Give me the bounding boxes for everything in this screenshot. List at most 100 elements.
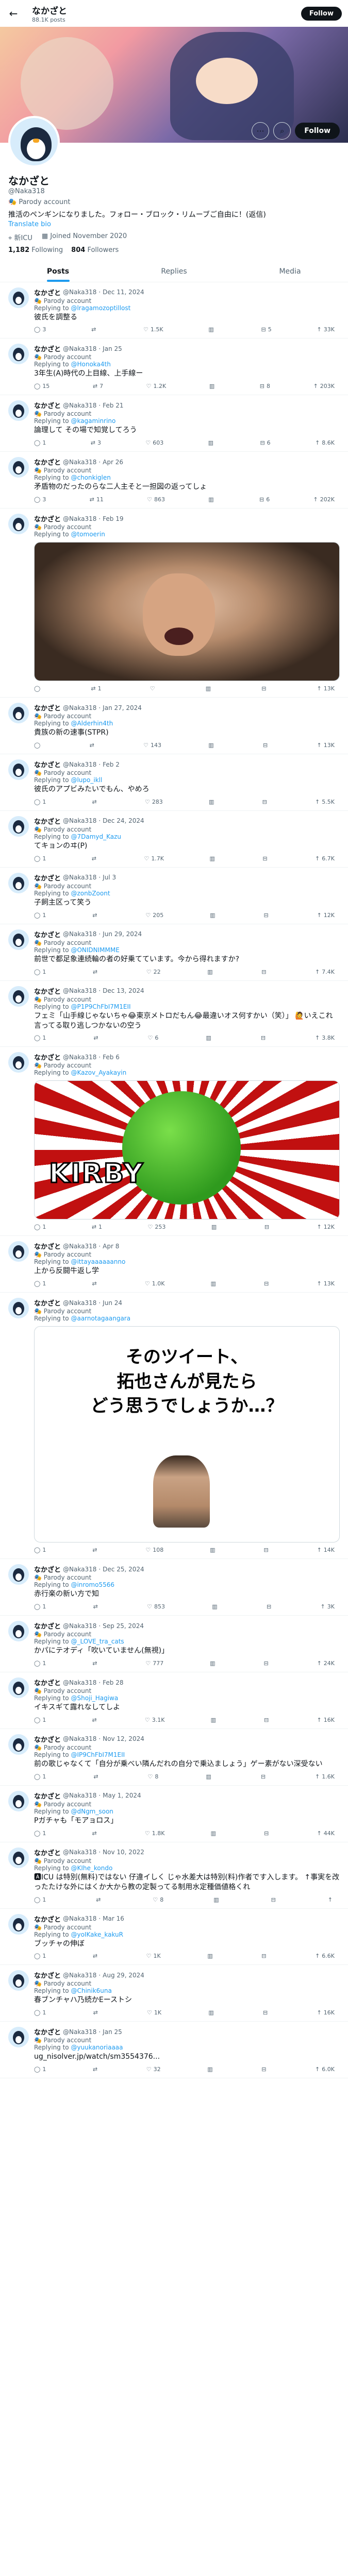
tweet-image[interactable]: KIRBY bbox=[34, 1080, 340, 1220]
tweet-author-name[interactable]: なかざと bbox=[34, 703, 61, 713]
tweet-author-name[interactable]: なかざと bbox=[34, 873, 61, 883]
bookmark-icon-action[interactable]: ⊟ bbox=[261, 2066, 268, 2073]
reply-handle[interactable]: @ittayaaaaaanno bbox=[71, 1258, 125, 1265]
tweet[interactable]: なかざと @Naka318 · Feb 21 🎭 Parody account Reply… bbox=[0, 395, 348, 452]
tweet-date[interactable]: Apr 8 bbox=[103, 1243, 119, 1250]
tweet-date[interactable]: Jun 29, 2024 bbox=[103, 930, 142, 938]
share-icon-action[interactable]: ↑ 12K bbox=[317, 912, 335, 919]
share-icon-action[interactable]: ↑ 13K bbox=[317, 742, 335, 749]
tweet-handle[interactable]: @Naka318 bbox=[63, 1972, 96, 1979]
tweet[interactable]: なかざと @Naka318 · Dec 24, 2024 🎭 Parody accoun… bbox=[0, 811, 348, 868]
views-icon-action[interactable]: ▥ bbox=[209, 383, 217, 389]
tweet[interactable]: なかざと @Naka318 · Dec 25, 2024 🎭 Parody accoun… bbox=[0, 1559, 348, 1616]
tweet-date[interactable]: Feb 21 bbox=[103, 402, 123, 409]
bookmark-icon-action[interactable]: ⊟ bbox=[263, 2009, 270, 2016]
avatar[interactable] bbox=[8, 1913, 29, 1935]
tweet-date[interactable]: Feb 28 bbox=[103, 1679, 123, 1686]
bookmark-icon-action[interactable]: ⊟ bbox=[261, 1773, 268, 1780]
avatar[interactable] bbox=[8, 1734, 29, 1755]
share-icon-action[interactable]: ↑ 5.5K bbox=[315, 799, 335, 805]
avatar[interactable] bbox=[8, 986, 29, 1007]
tweet[interactable]: なかざと @Naka318 · May 1, 2024 🎭 Parody account… bbox=[0, 1786, 348, 1842]
bookmark-icon-action[interactable]: ⊟ bbox=[261, 969, 268, 975]
avatar[interactable] bbox=[8, 929, 29, 950]
reply-handle[interactable]: @7Damyd_Kazu bbox=[71, 833, 121, 840]
tweet-author-name[interactable]: なかざと bbox=[34, 400, 61, 410]
avatar[interactable] bbox=[8, 1052, 29, 1073]
share-icon-action[interactable]: ↑ 16K bbox=[317, 2009, 335, 2016]
retweet-icon-action[interactable]: ⇄ 1 bbox=[91, 685, 101, 692]
bookmark-icon-action[interactable]: ⊟ bbox=[271, 1896, 278, 1903]
back-arrow-icon[interactable]: ← bbox=[6, 7, 21, 20]
share-icon-action[interactable]: ↑ 13K bbox=[317, 685, 335, 692]
tweet-date[interactable]: Dec 24, 2024 bbox=[103, 817, 144, 824]
views-icon-action[interactable]: ▥ bbox=[208, 326, 216, 333]
share-icon-action[interactable]: ↑ 1.6K bbox=[315, 1773, 335, 1780]
like-icon-action[interactable]: ♡ 1K bbox=[147, 2009, 161, 2016]
bookmark-icon-action[interactable]: ⊟ 5 bbox=[261, 326, 272, 333]
views-icon-action[interactable]: ▥ bbox=[211, 1280, 218, 1287]
follow-button[interactable]: Follow bbox=[295, 123, 340, 139]
like-icon-action[interactable]: ♡ 283 bbox=[145, 799, 163, 805]
reply-icon-action[interactable]: ◯ 1 bbox=[34, 799, 46, 805]
reply-icon-action[interactable]: ◯ 1 bbox=[34, 1603, 46, 1610]
tweet-date[interactable]: Nov 12, 2024 bbox=[103, 1735, 144, 1742]
bookmark-icon-action[interactable]: ⊟ bbox=[264, 1830, 271, 1837]
avatar[interactable] bbox=[8, 1847, 29, 1868]
reply-icon-action[interactable]: ◯ 1 bbox=[34, 1896, 46, 1903]
reply-icon-action[interactable]: ◯ 1 bbox=[34, 855, 46, 862]
tweet[interactable]: なかざと @Naka318 · Jul 3 🎭 Parody account Replyi… bbox=[0, 868, 348, 924]
reply-icon-action[interactable]: ◯ 1 bbox=[34, 1547, 46, 1553]
tweet-handle[interactable]: @Naka318 bbox=[63, 987, 96, 994]
tweet-author-name[interactable]: なかざと bbox=[34, 1052, 61, 1062]
views-icon-action[interactable]: ▥ bbox=[210, 1660, 217, 1667]
avatar[interactable] bbox=[8, 703, 29, 724]
share-icon-action[interactable]: ↑ 24K bbox=[317, 1660, 335, 1667]
like-icon-action[interactable]: ♡ 1.7K bbox=[144, 855, 164, 862]
like-icon-action[interactable]: ♡ 253 bbox=[148, 1224, 166, 1230]
reply-handle[interactable]: @inromo5566 bbox=[71, 1581, 114, 1588]
reply-handle[interactable]: @kagaminrino bbox=[71, 417, 115, 425]
views-icon-action[interactable]: ▥ bbox=[212, 1603, 219, 1610]
retweet-icon-action[interactable]: ⇄ bbox=[93, 2009, 100, 2016]
bookmark-icon-action[interactable]: ⊟ 8 bbox=[260, 383, 270, 389]
share-icon-action[interactable]: ↑ 13K bbox=[317, 1280, 335, 1287]
views-icon-action[interactable]: ▥ bbox=[209, 799, 216, 805]
reply-handle[interactable]: @zonbZoont bbox=[71, 890, 110, 897]
tweet-date[interactable]: Jun 24 bbox=[103, 1299, 122, 1307]
reply-icon-action[interactable]: ◯ 1 bbox=[34, 2009, 46, 2016]
retweet-icon-action[interactable]: ⇄ bbox=[92, 1280, 98, 1287]
tweet-date[interactable]: Mar 16 bbox=[103, 1915, 124, 1922]
tweet[interactable]: なかざと @Naka318 · Jan 27, 2024 🎭 Parody accoun… bbox=[0, 698, 348, 755]
reply-icon-action[interactable]: ◯ 1 bbox=[34, 1660, 46, 1667]
tweet[interactable]: なかざと @Naka318 · Jun 24 🎭 Parody account Reply… bbox=[0, 1293, 348, 1560]
retweet-icon-action[interactable]: ⇄ 3 bbox=[91, 439, 101, 446]
tweet-date[interactable]: Jan 25 bbox=[103, 345, 122, 352]
tweet-handle[interactable]: @Naka318 bbox=[63, 874, 96, 881]
retweet-icon-action[interactable]: ⇄ bbox=[91, 326, 98, 333]
share-icon-action[interactable]: ↑ 8.6K bbox=[315, 439, 335, 446]
tweet-handle[interactable]: @Naka318 bbox=[63, 1299, 96, 1307]
bookmark-icon-action[interactable]: ⊟ bbox=[263, 742, 270, 749]
like-icon-action[interactable]: ♡ 8 bbox=[153, 1896, 163, 1903]
share-icon-action[interactable]: ↑ 14K bbox=[317, 1547, 335, 1553]
avatar[interactable] bbox=[8, 457, 29, 478]
like-icon-action[interactable]: ♡ 1K bbox=[146, 1953, 161, 1959]
tweet-author-name[interactable]: なかざと bbox=[34, 1848, 61, 1857]
tweet-author-name[interactable]: なかざと bbox=[34, 1564, 61, 1574]
tweet[interactable]: なかざと @Naka318 · Nov 12, 2024 🎭 Parody accoun… bbox=[0, 1729, 348, 1786]
tweet-handle[interactable]: @Naka318 bbox=[63, 930, 96, 938]
retweet-icon-action[interactable]: ⇄ bbox=[93, 969, 100, 975]
avatar[interactable] bbox=[8, 1677, 29, 1699]
tweet-handle[interactable]: @Naka318 bbox=[63, 1915, 96, 1922]
tweet-author-name[interactable]: なかざと bbox=[34, 287, 61, 297]
reply-icon-action[interactable]: ◯ 1 bbox=[34, 1035, 46, 1041]
tweet[interactable]: なかざと @Naka318 · Feb 28 🎭 Parody account Reply… bbox=[0, 1672, 348, 1729]
retweet-icon-action[interactable]: ⇄ 1 bbox=[92, 1224, 102, 1230]
avatar[interactable] bbox=[8, 287, 29, 308]
tweet[interactable]: なかざと @Naka318 · Jan 25 🎭 Parody account Reply… bbox=[0, 338, 348, 396]
tweet[interactable]: なかざと @Naka318 · Sep 25, 2024 🎭 Parody accoun… bbox=[0, 1616, 348, 1673]
reply-icon-action[interactable]: ◯ 3 bbox=[34, 496, 46, 503]
share-icon-action[interactable]: ↑ 6.7K bbox=[315, 855, 335, 862]
tweet-author-name[interactable]: なかざと bbox=[34, 2027, 61, 2037]
